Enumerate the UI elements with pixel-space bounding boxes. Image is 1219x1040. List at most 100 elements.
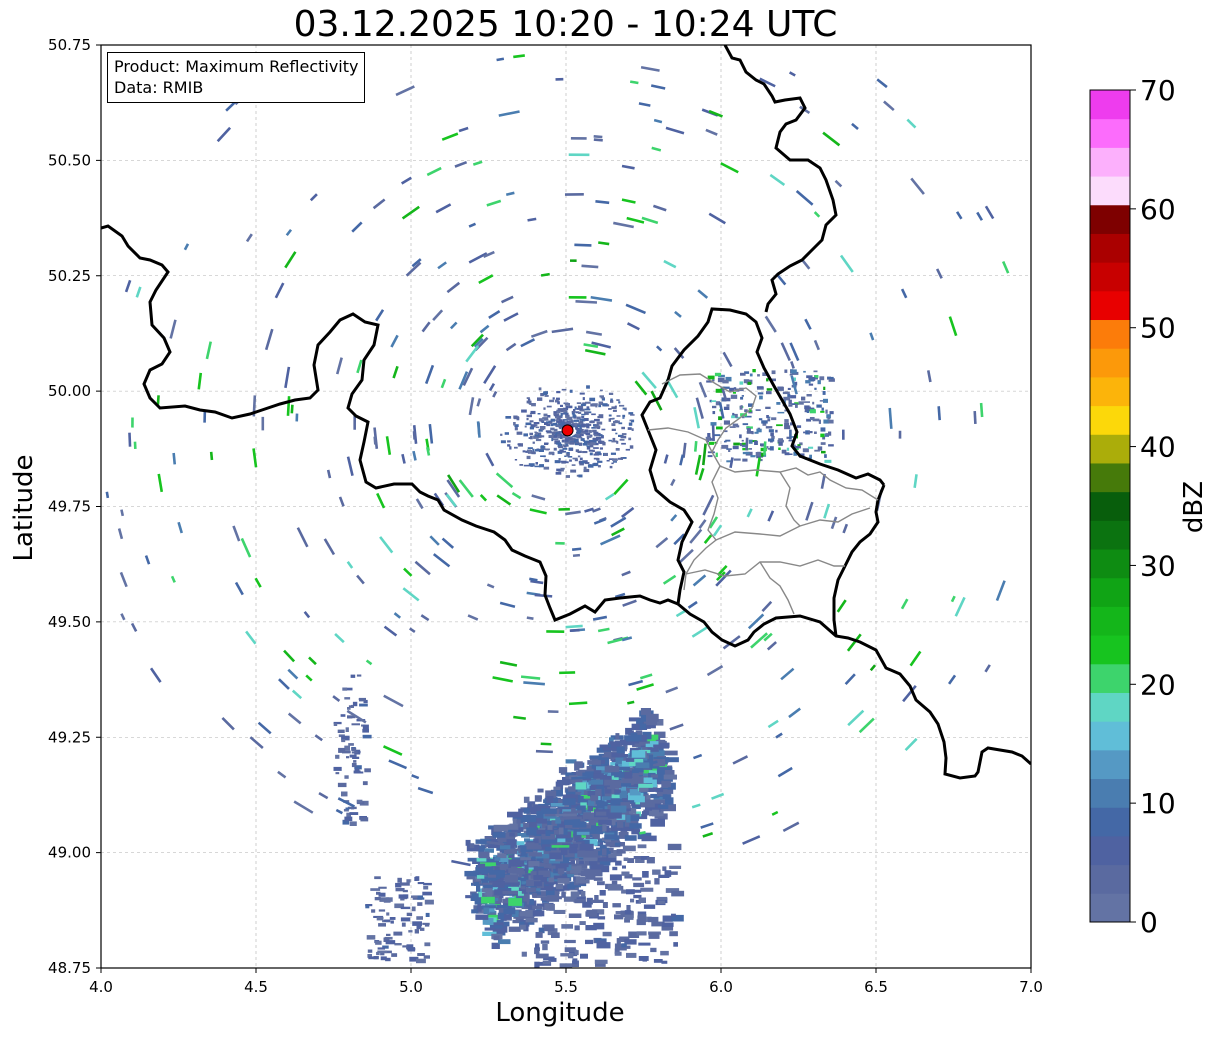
colorbar-segment: [1090, 721, 1130, 751]
colorbar-segment: [1090, 348, 1130, 378]
echo-cell: [350, 674, 356, 678]
echo-streak: [613, 221, 634, 229]
echo-streak: [708, 212, 726, 225]
colorbar-segment: [1090, 864, 1130, 894]
x-axis: 4.0 4.5 5.0 5.5 6.0 6.5 7.0: [89, 968, 1043, 996]
echo-cell: [554, 460, 561, 464]
echo-streak: [1039, 539, 1041, 546]
echo-cell: [582, 451, 588, 454]
echo-cell: [507, 440, 511, 443]
echo-cell: [637, 844, 647, 849]
echo-cell: [733, 442, 740, 446]
echo-cell: [542, 944, 548, 951]
echo-cell: [658, 874, 670, 878]
echo-cell: [589, 755, 602, 759]
echo-cell: [486, 889, 493, 897]
echo-cell: [787, 387, 791, 390]
echo-cell: [509, 823, 518, 829]
echo-cell: [580, 438, 585, 441]
echo-streak: [693, 440, 698, 452]
echo-cell: [595, 451, 598, 455]
echo-cell: [341, 739, 346, 743]
echo-cell: [616, 399, 620, 401]
echo-cell: [393, 931, 403, 936]
echo-cell: [824, 459, 832, 463]
echo-cell: [402, 889, 408, 893]
echo-cell: [543, 466, 550, 470]
echo-cell: [527, 449, 532, 452]
echo-cell: [526, 827, 539, 836]
echo-cell: [621, 783, 631, 787]
echo-cell: [566, 453, 570, 457]
echo-cell: [635, 762, 650, 769]
echo-cell: [589, 452, 593, 456]
echo-streak: [621, 506, 635, 518]
echo-cell: [634, 796, 645, 803]
echo-streak: [432, 309, 444, 322]
echo-cell: [542, 854, 549, 858]
echo-cell: [378, 892, 386, 897]
echo-cell: [707, 455, 713, 458]
echo-cell: [536, 811, 544, 818]
echo-streak: [692, 574, 707, 587]
echo-streak: [670, 478, 676, 487]
echo-streak: [628, 679, 644, 687]
echo-streak: [729, 457, 734, 469]
colorbar-segment: [1090, 204, 1130, 234]
echo-cell: [823, 386, 826, 390]
echo-cell: [390, 920, 394, 924]
product-label: Product: Maximum Reflectivity: [114, 57, 359, 76]
echo-streak: [706, 664, 724, 677]
echo-streak: [503, 312, 519, 322]
echo-cell: [569, 459, 572, 462]
echo-streak: [641, 371, 657, 389]
x-tick-label: 4.5: [244, 978, 268, 996]
echo-cell: [517, 443, 522, 446]
echo-streak: [995, 580, 1006, 602]
echo-streak: [414, 560, 431, 576]
colorbar-segment: [1090, 893, 1130, 923]
echo-cell: [790, 395, 797, 399]
x-tick-label: 7.0: [1019, 978, 1043, 996]
echo-cell: [582, 397, 585, 401]
echo-streak: [805, 501, 814, 521]
echo-cell: [669, 931, 678, 937]
echo-cell: [494, 925, 503, 929]
echo-cell: [801, 396, 806, 401]
echo-cell: [529, 426, 534, 430]
echo-cell: [351, 723, 360, 726]
echo-cell: [757, 392, 764, 395]
echo-cell: [550, 427, 555, 431]
echo-cell: [479, 851, 490, 859]
echo-streak: [305, 674, 313, 682]
echo-streak: [520, 338, 536, 348]
echo-streak: [634, 380, 648, 396]
echo-streak: [691, 803, 701, 809]
echo-streak: [610, 516, 627, 528]
echo-cell: [544, 448, 550, 451]
echo-cell: [723, 420, 730, 425]
echo-cell: [742, 451, 750, 455]
echo-cell: [335, 772, 340, 775]
echo-cell: [595, 811, 607, 816]
echo-cell: [741, 439, 744, 442]
echo-cell: [827, 376, 834, 379]
echo-cell: [563, 828, 568, 836]
echo-cell: [722, 379, 729, 384]
echo-cell: [509, 446, 512, 450]
echo-streak: [105, 491, 110, 499]
echo-streak: [526, 616, 534, 620]
echo-cell: [581, 415, 585, 419]
echo-streak: [426, 166, 442, 177]
echo-cell: [607, 812, 622, 819]
echo-streak: [651, 146, 662, 152]
echo-cell: [526, 414, 532, 418]
echo-cell: [422, 922, 430, 925]
echo-cell: [475, 914, 489, 920]
echo-cell: [389, 917, 396, 920]
echo-cell: [631, 428, 634, 431]
echo-cell: [544, 459, 550, 463]
echo-streak: [513, 715, 526, 720]
echo-cell: [508, 926, 521, 932]
echo-cell: [621, 442, 626, 445]
